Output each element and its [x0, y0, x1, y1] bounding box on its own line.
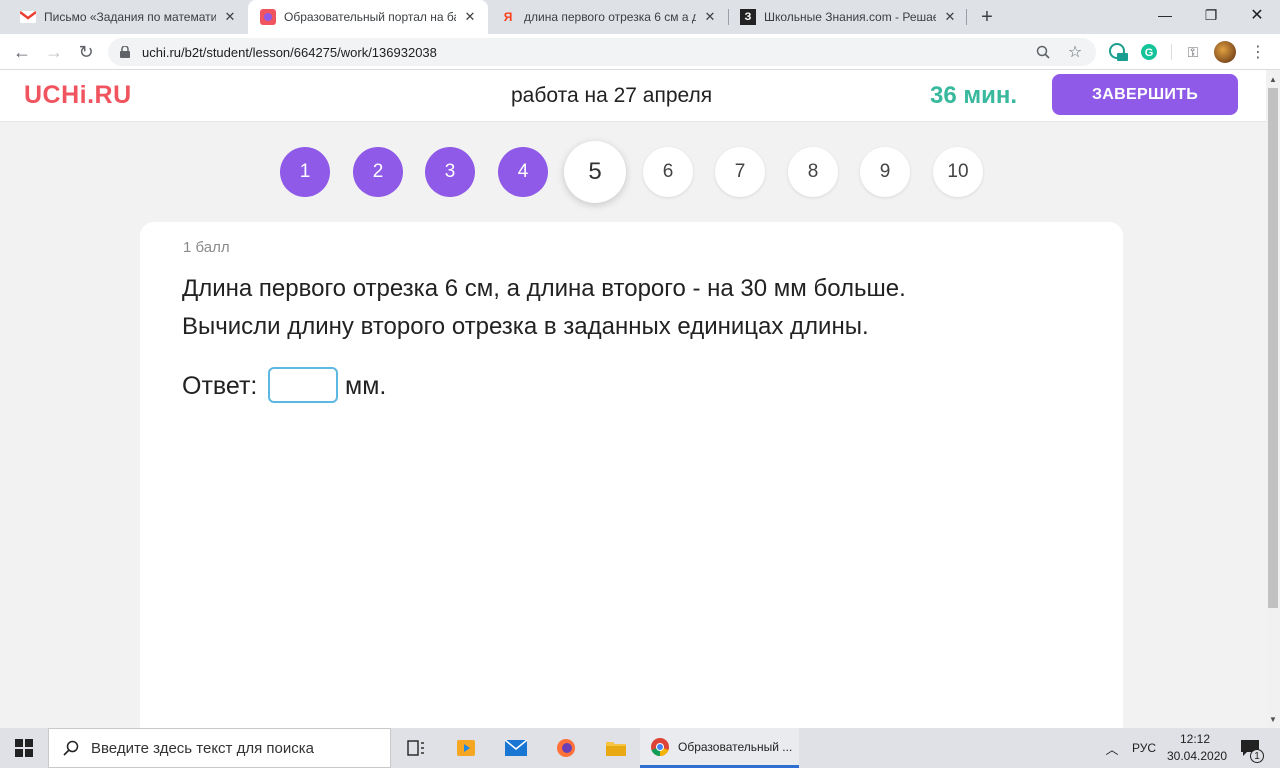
avatar[interactable] — [1214, 41, 1236, 63]
znanija-icon: З — [740, 9, 756, 25]
restore-icon[interactable]: ❐ — [1188, 0, 1234, 30]
zoom-icon[interactable] — [1034, 43, 1052, 61]
task-10-button[interactable]: 10 — [933, 147, 983, 197]
svg-text:G: G — [1145, 47, 1154, 59]
task-3-button[interactable]: 3 — [425, 147, 475, 197]
tab-gmail[interactable]: Письмо «Задания по математи ✕ — [8, 0, 248, 34]
firefox-icon[interactable] — [546, 728, 586, 768]
tab-title: Образовательный портал на ба — [284, 10, 456, 24]
search-icon — [63, 740, 79, 756]
toolbar-divider — [1171, 44, 1172, 60]
tab-title: Школьные Знания.com - Решае — [764, 10, 936, 24]
scroll-thumb[interactable] — [1268, 88, 1278, 608]
chrome-taskbar-item[interactable]: Образовательный ... — [640, 728, 799, 768]
finish-button[interactable]: ЗАВЕРШИТЬ — [1052, 74, 1238, 115]
yandex-icon: Я — [503, 10, 513, 24]
search-placeholder: Введите здесь текст для поиска — [91, 739, 314, 757]
tab-znanija[interactable]: З Школьные Знания.com - Решае ✕ — [728, 0, 968, 34]
grammarly-icon[interactable]: G — [1139, 42, 1159, 62]
chrome-taskbar-label: Образовательный ... — [678, 739, 793, 754]
task-4-button[interactable]: 4 — [498, 147, 548, 197]
question-text: Длина первого отрезка 6 см, а длина втор… — [182, 270, 1082, 346]
taskbar-search[interactable]: Введите здесь текст для поиска — [48, 728, 391, 768]
page-scrollbar[interactable]: ▲ ▼ — [1266, 70, 1280, 728]
tab-title: длина первого отрезка 6 см а д — [524, 10, 696, 24]
tab-title: Письмо «Задания по математи — [44, 10, 216, 24]
clock-time[interactable]: 12:12 — [1180, 732, 1210, 746]
task-2-button[interactable]: 2 — [353, 147, 403, 197]
task-5-button[interactable]: 5 — [564, 141, 626, 203]
points-label: 1 балл — [183, 239, 230, 256]
close-icon[interactable]: ✕ — [462, 9, 478, 25]
address-bar[interactable]: uchi.ru/b2t/student/lesson/664275/work/1… — [108, 38, 1096, 66]
answer-input[interactable] — [268, 367, 338, 403]
browser-tab-strip: Письмо «Задания по математи ✕ Образовате… — [0, 0, 1280, 34]
page-header: UCHi.RU работа на 27 апреля 36 мин. ЗАВЕ… — [0, 70, 1266, 122]
window-close-icon[interactable]: ✕ — [1234, 0, 1280, 30]
close-icon[interactable]: ✕ — [222, 9, 238, 25]
tab-uchi[interactable]: Образовательный портал на ба ✕ — [248, 0, 488, 34]
task-1-button[interactable]: 1 — [280, 147, 330, 197]
tab-yandex[interactable]: Я длина первого отрезка 6 см а д ✕ — [488, 0, 728, 34]
new-tab-icon[interactable]: + — [976, 6, 998, 28]
question-line: Длина первого отрезка 6 см, а длина втор… — [182, 275, 906, 302]
uchi-icon — [260, 9, 276, 25]
scroll-down-icon[interactable]: ▼ — [1266, 712, 1280, 726]
windows-taskbar: Введите здесь текст для поиска Образоват… — [0, 728, 1280, 768]
minimize-icon[interactable]: — — [1142, 0, 1188, 30]
task-7-button[interactable]: 7 — [715, 147, 765, 197]
tab-divider — [966, 9, 967, 25]
answer-unit: мм. — [345, 372, 387, 400]
uchi-logo[interactable]: UCHi.RU — [24, 81, 132, 110]
notification-count: 1 — [1250, 749, 1264, 763]
back-icon[interactable]: ← — [8, 38, 36, 66]
translate-extension-icon[interactable] — [1108, 42, 1128, 62]
timer: 36 мин. — [930, 82, 1018, 109]
question-line: Вычисли длину второго отрезка в заданных… — [182, 313, 869, 340]
language-indicator[interactable]: РУС — [1132, 741, 1156, 755]
close-icon[interactable]: ✕ — [702, 9, 718, 25]
browser-toolbar: ← → ↻ uchi.ru/b2t/student/lesson/664275/… — [0, 34, 1280, 70]
task-view-icon[interactable] — [396, 728, 436, 768]
clock-date[interactable]: 30.04.2020 — [1167, 749, 1227, 763]
task-card: 1 балл Длина первого отрезка 6 см, а дли… — [140, 222, 1123, 742]
forward-icon[interactable]: → — [40, 38, 68, 66]
chrome-icon — [650, 737, 670, 757]
url-text: uchi.ru/b2t/student/lesson/664275/work/1… — [142, 45, 437, 60]
scroll-up-icon[interactable]: ▲ — [1266, 72, 1280, 86]
task-9-button[interactable]: 9 — [860, 147, 910, 197]
mail-icon[interactable] — [496, 728, 536, 768]
task-8-button[interactable]: 8 — [788, 147, 838, 197]
page-title: работа на 27 апреля — [511, 84, 713, 107]
menu-dots-icon[interactable]: ⋮ — [1248, 42, 1268, 62]
task-6-button[interactable]: 6 — [643, 147, 693, 197]
bookmark-star-icon[interactable]: ☆ — [1066, 43, 1084, 61]
windows-start-icon[interactable] — [0, 728, 48, 768]
close-icon[interactable]: ✕ — [942, 9, 958, 25]
media-player-icon[interactable] — [446, 728, 486, 768]
key-icon[interactable]: ⚿ — [1183, 42, 1203, 62]
gmail-icon — [20, 9, 36, 25]
reload-icon[interactable]: ↻ — [72, 38, 100, 66]
lock-icon — [120, 45, 130, 58]
answer-label: Ответ: — [182, 372, 258, 400]
tray-chevron-up-icon[interactable]: ︿ — [1100, 728, 1124, 768]
file-explorer-icon[interactable] — [596, 728, 636, 768]
